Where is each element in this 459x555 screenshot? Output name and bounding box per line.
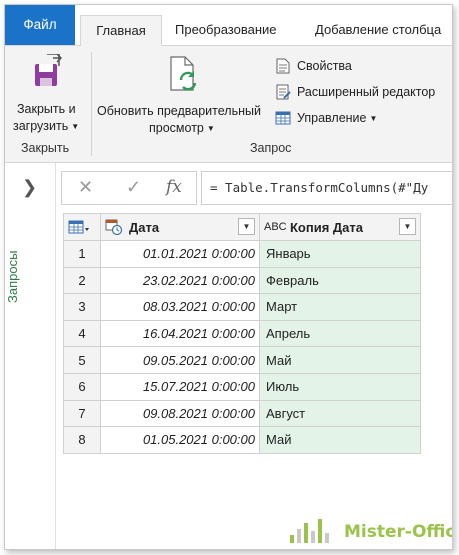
- refresh-preview-label-2: просмотр: [149, 121, 204, 135]
- chevron-down-icon: ▼: [71, 122, 80, 131]
- formula-bar: ✕ ✓ fx = Table.TransformColumns(#"Ду: [61, 171, 452, 205]
- group-label-query: Запрос: [250, 141, 292, 155]
- cancel-icon[interactable]: ✕: [78, 177, 93, 198]
- row-index-cell[interactable]: 1: [63, 240, 101, 268]
- date-cell[interactable]: 01.05.2021 0:00:00: [100, 426, 260, 454]
- column-header-copy-date-label: Копия Дата: [290, 220, 364, 235]
- expand-chevron-icon[interactable]: ❯: [22, 177, 37, 198]
- table-body: 1 01.01.2021 0:00:00 Январь 2 23.02.2021 0:0…: [63, 240, 421, 454]
- close-and-load-button[interactable]: Закрыть и загрузить ▼: [9, 52, 85, 133]
- copy-date-cell[interactable]: Апрель: [259, 319, 421, 348]
- tab-add-column[interactable]: Добавление столбца: [315, 15, 441, 45]
- manage-table-icon: [275, 111, 291, 125]
- table-icon: [68, 220, 89, 234]
- date-cell[interactable]: 23.02.2021 0:00:00: [100, 266, 260, 295]
- close-and-load-icon: [35, 54, 63, 86]
- table-row[interactable]: 8 01.05.2021 0:00:00 Май: [63, 426, 421, 454]
- table-row[interactable]: 4 16.04.2021 0:00:00 Апрель: [63, 319, 421, 348]
- copy-date-cell[interactable]: Май: [259, 426, 421, 454]
- tab-file[interactable]: Файл: [5, 5, 75, 45]
- copy-date-cell[interactable]: Июль: [259, 372, 421, 401]
- column-filter-dropdown-icon[interactable]: ▼: [238, 218, 255, 235]
- date-cell[interactable]: 09.05.2021 0:00:00: [100, 346, 260, 374]
- manage-label: Управление: [297, 111, 367, 125]
- datetime-type-icon: [105, 219, 123, 235]
- copy-date-cell[interactable]: Январь: [259, 240, 421, 268]
- advanced-editor-icon: [276, 84, 291, 100]
- column-filter-dropdown-icon[interactable]: ▼: [399, 218, 416, 235]
- column-header-date[interactable]: Дата ▼: [100, 213, 260, 241]
- ribbon-separator: [91, 52, 92, 156]
- copy-date-cell[interactable]: Август: [259, 399, 421, 428]
- watermark-logo-icon: [290, 519, 329, 543]
- date-cell[interactable]: 09.08.2021 0:00:00: [100, 399, 260, 428]
- chevron-down-icon: ▼: [369, 114, 378, 123]
- fx-icon[interactable]: fx: [166, 177, 182, 197]
- column-header-copy-date[interactable]: ABC Копия Дата ▼: [259, 213, 421, 241]
- date-cell[interactable]: 08.03.2021 0:00:00: [100, 293, 260, 321]
- table-menu-header[interactable]: [63, 213, 101, 241]
- queries-pane-label[interactable]: Запросы: [5, 251, 20, 303]
- queries-pane: ❯ Запросы: [5, 163, 56, 549]
- table-row[interactable]: 3 08.03.2021 0:00:00 Март: [63, 293, 421, 321]
- formula-input[interactable]: = Table.TransformColumns(#"Ду: [201, 171, 452, 205]
- refresh-icon: [170, 56, 197, 91]
- group-label-close: Закрыть: [21, 141, 70, 155]
- row-index-cell[interactable]: 5: [63, 346, 101, 374]
- table-row[interactable]: 5 09.05.2021 0:00:00 Май: [63, 346, 421, 374]
- tab-home[interactable]: Главная: [80, 15, 162, 46]
- row-index-cell[interactable]: 8: [63, 426, 101, 454]
- properties-icon: [276, 58, 290, 74]
- formula-buttons: ✕ ✓ fx: [61, 171, 197, 205]
- power-query-window: Файл Главная Преобразование Добавление с…: [4, 4, 453, 550]
- copy-date-cell[interactable]: Февраль: [259, 266, 421, 295]
- advanced-editor-label: Расширенный редактор: [297, 85, 436, 99]
- tab-transform[interactable]: Преобразование: [175, 15, 277, 45]
- table-row[interactable]: 2 23.02.2021 0:00:00 Февраль: [63, 266, 421, 295]
- chevron-down-icon: ▼: [206, 124, 215, 133]
- table-header-row: Дата ▼ ABC Копия Дата ▼: [63, 213, 421, 241]
- data-preview-table: Дата ▼ ABC Копия Дата ▼ 1 01.01.2021 0:00…: [63, 213, 421, 454]
- close-and-load-label-2: загрузить: [13, 119, 69, 133]
- table-row[interactable]: 7 09.08.2021 0:00:00 Август: [63, 399, 421, 428]
- row-index-cell[interactable]: 4: [63, 319, 101, 348]
- properties-label: Свойства: [297, 59, 352, 73]
- row-index-cell[interactable]: 2: [63, 266, 101, 295]
- ribbon-home: Закрыть и загрузить ▼ Закрыть Обновить пр…: [5, 46, 452, 163]
- table-row[interactable]: 1 01.01.2021 0:00:00 Январь: [63, 240, 421, 268]
- copy-date-cell[interactable]: Март: [259, 293, 421, 321]
- date-cell[interactable]: 15.07.2021 0:00:00: [100, 372, 260, 401]
- watermark-text: Mister-Office: [344, 522, 452, 542]
- formula-text: = Table.TransformColumns(#"Ду: [210, 180, 429, 195]
- close-and-load-label-1: Закрыть и: [17, 102, 76, 116]
- row-index-cell[interactable]: 6: [63, 372, 101, 401]
- table-row[interactable]: 6 15.07.2021 0:00:00 Июль: [63, 372, 421, 401]
- column-header-date-label: Дата: [129, 220, 160, 235]
- ribbon-tab-bar: Файл Главная Преобразование Добавление с…: [5, 5, 452, 46]
- text-type-icon: ABC: [264, 221, 287, 233]
- check-icon[interactable]: ✓: [126, 177, 141, 198]
- row-index-cell[interactable]: 3: [63, 293, 101, 321]
- date-cell[interactable]: 01.01.2021 0:00:00: [100, 240, 260, 268]
- row-index-cell[interactable]: 7: [63, 399, 101, 428]
- refresh-preview-button[interactable]: Обновить предварительный просмотр ▼: [95, 52, 267, 135]
- copy-date-cell[interactable]: Май: [259, 346, 421, 374]
- refresh-preview-label-1: Обновить предварительный: [97, 104, 261, 118]
- date-cell[interactable]: 16.04.2021 0:00:00: [100, 319, 260, 348]
